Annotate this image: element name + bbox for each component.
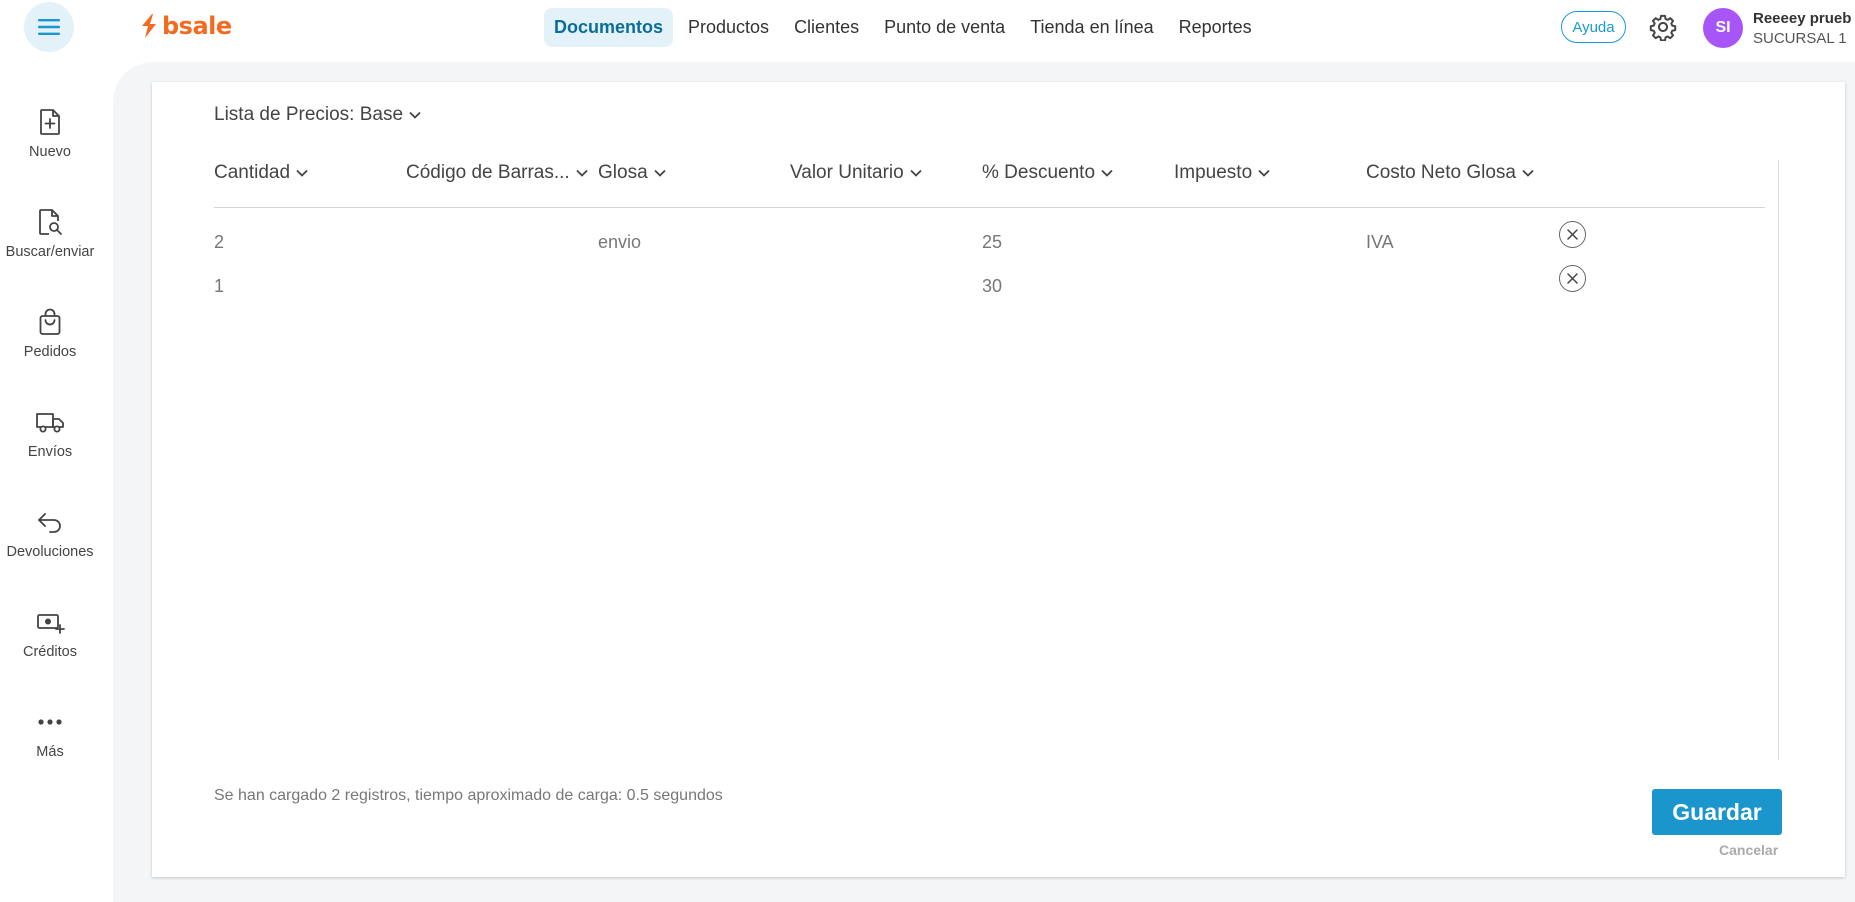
price-list-label: Lista de Precios: Base [214, 104, 404, 125]
sidebar-item-label: Envíos [27, 444, 73, 460]
chevron-down-icon [1522, 169, 1534, 177]
nav-productos[interactable]: Productos [678, 8, 779, 47]
chevron-down-icon [654, 169, 666, 177]
sidebar-item-nuevo[interactable]: Nuevo [0, 106, 100, 176]
more-dots-icon [37, 706, 63, 738]
logo-text: bsale [162, 12, 232, 40]
table-cell-costo-neto-glosa[interactable]: IVA [1366, 232, 1394, 253]
sidebar-item-envios[interactable]: Envíos [0, 406, 100, 476]
column-header-glosa[interactable]: Glosa [598, 162, 666, 184]
column-header-label: Impuesto [1174, 162, 1253, 183]
chevron-down-icon [296, 169, 308, 177]
sidebar-item-label: Créditos [23, 644, 77, 660]
sidebar-item-creditos[interactable]: Créditos [0, 606, 100, 676]
nav-clientes[interactable]: Clientes [784, 8, 869, 47]
remove-row-button[interactable] [1559, 265, 1586, 292]
table-cell-descuento[interactable]: 25 [982, 232, 1002, 253]
new-document-icon [37, 106, 63, 138]
sidebar-item-devoluciones[interactable]: Devoluciones [0, 506, 100, 576]
save-button[interactable]: Guardar [1652, 789, 1782, 835]
close-icon [1567, 273, 1578, 284]
sidebar-item-pedidos[interactable]: Pedidos [0, 306, 100, 376]
sidebar-item-mas[interactable]: Más [0, 706, 100, 776]
chevron-down-icon [1101, 169, 1113, 177]
gear-icon[interactable] [1649, 13, 1677, 41]
user-avatar[interactable]: SI [1703, 8, 1743, 48]
header-divider [214, 207, 1765, 208]
chevron-down-icon [409, 111, 421, 119]
table-right-border [1778, 160, 1779, 760]
truck-icon [35, 406, 65, 438]
sidebar-item-label: Devoluciones [6, 544, 94, 560]
help-button[interactable]: Ayuda [1561, 11, 1626, 43]
sidebar-item-buscar-enviar[interactable]: Buscar/enviar [0, 206, 100, 276]
column-header-label: Valor Unitario [790, 162, 904, 183]
user-branch: SUCURSAL 1 [1753, 30, 1847, 47]
remove-row-button[interactable] [1559, 221, 1586, 248]
main-nav: Documentos Productos Clientes Punto de v… [544, 8, 1267, 47]
table-cell-descuento[interactable]: 30 [982, 276, 1002, 297]
column-header-label: Cantidad [214, 162, 291, 183]
top-bar: bsale Documentos Productos Clientes Punt… [0, 0, 1855, 56]
column-header-label: % Descuento [982, 162, 1096, 183]
sidebar-item-label: Pedidos [23, 344, 77, 360]
table-cell-cantidad[interactable]: 2 [214, 232, 224, 253]
column-header-label: Costo Neto Glosa [1366, 162, 1516, 183]
chevron-down-icon [1258, 169, 1270, 177]
chevron-down-icon [910, 169, 922, 177]
column-header-costo-neto-glosa[interactable]: Costo Neto Glosa [1366, 162, 1534, 184]
table-cell-glosa[interactable]: envio [598, 232, 641, 253]
column-header-label: Glosa [598, 162, 648, 183]
column-header-impuesto[interactable]: Impuesto [1174, 162, 1270, 184]
user-name[interactable]: Reeeey prueb [1753, 10, 1851, 27]
column-header-cantidad[interactable]: Cantidad [214, 162, 308, 184]
document-card: Lista de Precios: Base Cantidad Código d… [152, 82, 1845, 877]
nav-documentos[interactable]: Documentos [544, 8, 674, 47]
hamburger-menu-icon[interactable] [24, 2, 74, 52]
bsale-logo[interactable]: bsale [140, 12, 232, 40]
search-document-icon [36, 206, 64, 238]
nav-tienda-en-linea[interactable]: Tienda en línea [1020, 8, 1163, 47]
load-status-text: Se han cargado 2 registros, tiempo aprox… [214, 787, 723, 804]
chevron-down-icon [576, 169, 588, 177]
shopping-bag-icon [37, 306, 63, 338]
bsale-bolt-icon [142, 14, 156, 38]
cancel-link[interactable]: Cancelar [1719, 842, 1778, 858]
sidebar-item-label: Más [36, 744, 64, 760]
table-cell-cantidad[interactable]: 1 [214, 276, 224, 297]
nav-reportes[interactable]: Reportes [1169, 8, 1262, 47]
column-header-valor-unitario[interactable]: Valor Unitario [790, 162, 922, 184]
column-header-codigo-barras[interactable]: Código de Barras... [406, 162, 588, 184]
column-header-label: Código de Barras... [406, 162, 570, 183]
close-icon [1567, 229, 1578, 240]
nav-punto-de-venta[interactable]: Punto de venta [874, 8, 1015, 47]
sidebar-item-label: Buscar/enviar [5, 244, 95, 260]
credit-cash-icon [35, 606, 65, 638]
sidebar-item-label: Nuevo [29, 144, 71, 160]
column-header-descuento[interactable]: % Descuento [982, 162, 1113, 184]
return-arrow-icon [36, 506, 64, 538]
price-list-dropdown[interactable]: Lista de Precios: Base [214, 104, 421, 126]
